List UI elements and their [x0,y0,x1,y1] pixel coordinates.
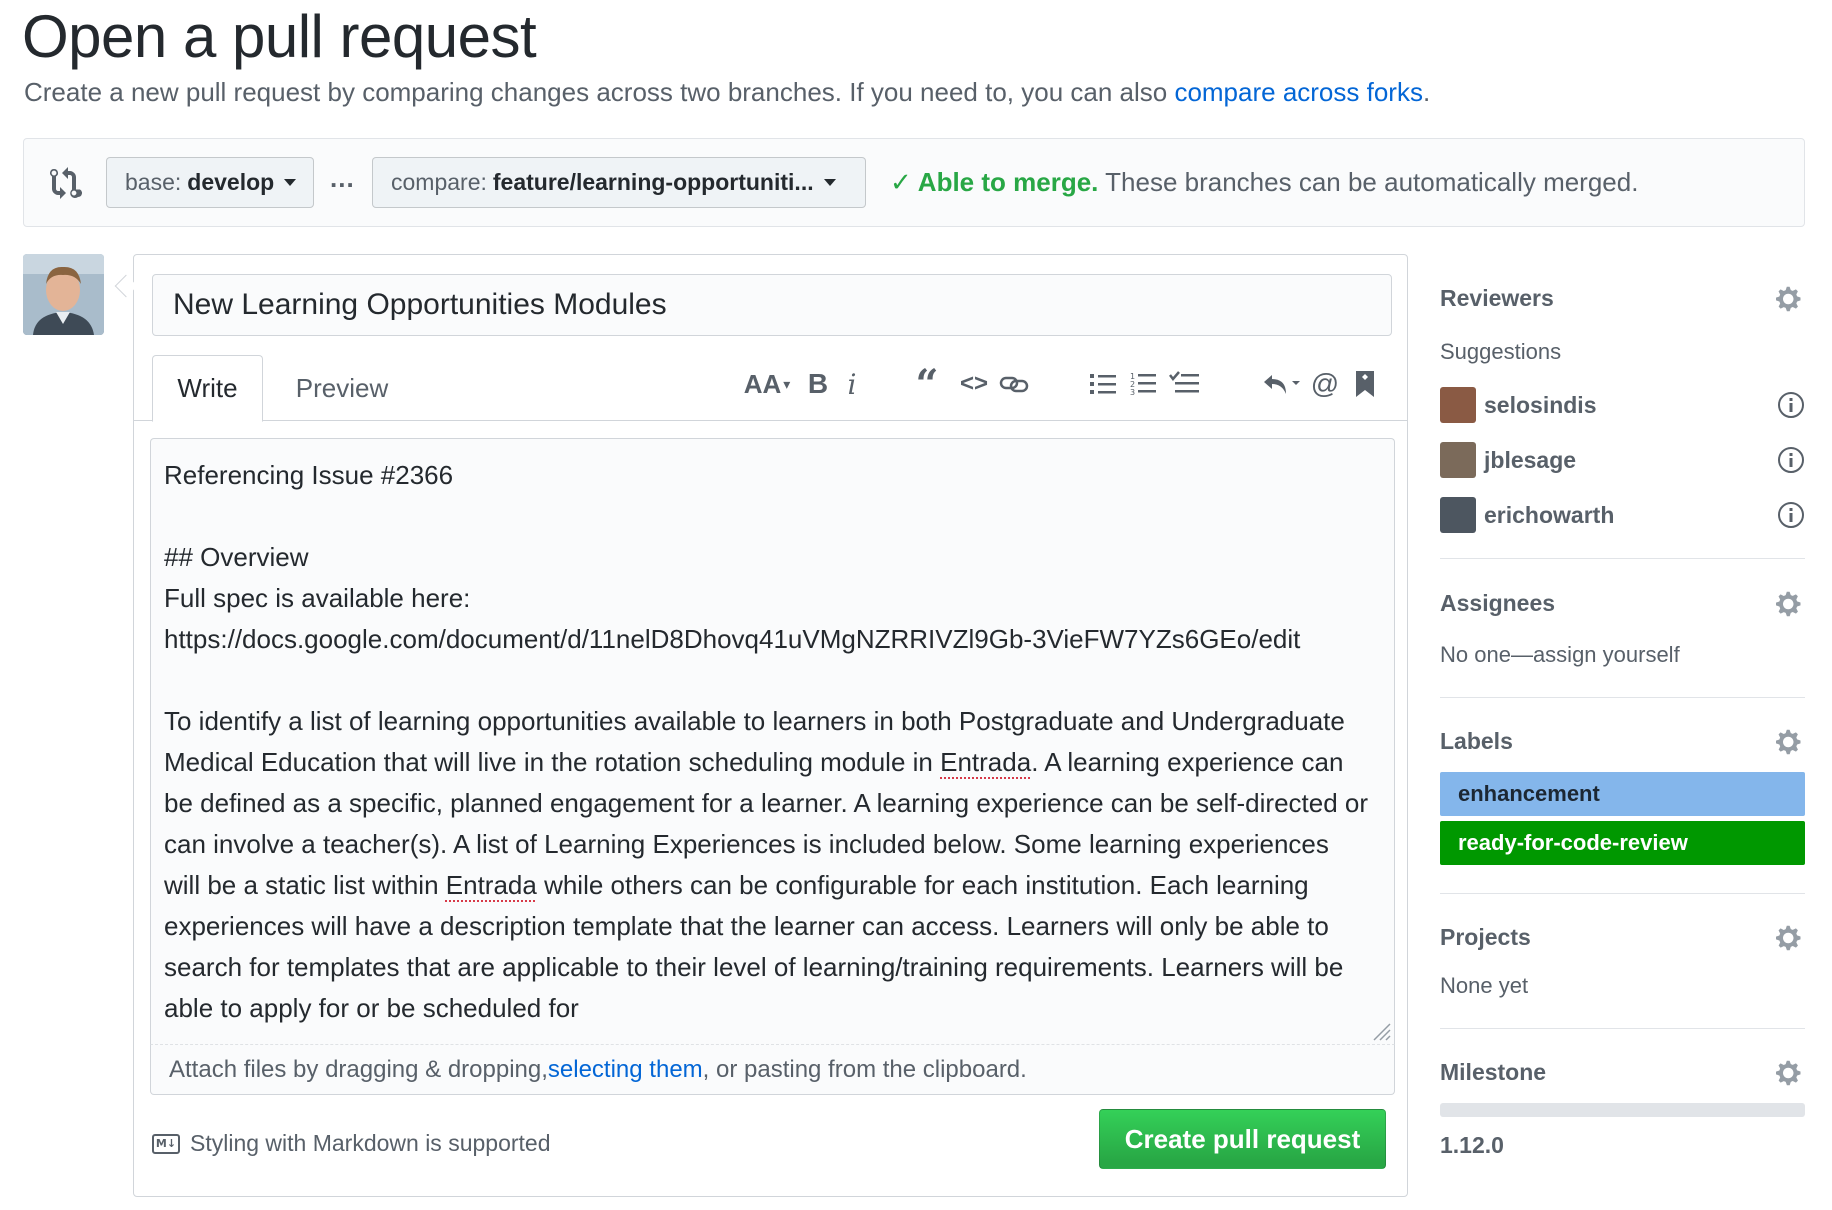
labels-title[interactable]: Labels [1440,728,1513,755]
create-pull-request-button[interactable]: Create pull request [1099,1109,1386,1169]
merge-status: ✓ Able to merge. These branches can be au… [890,167,1638,198]
spellcheck-word: Entrada [940,747,1032,777]
compare-branch-select[interactable]: compare: feature/learning-opportuniti... [372,157,866,208]
subtitle-end: . [1422,77,1431,107]
page-subtitle: Create a new pull request by comparing c… [24,77,1430,108]
resize-handle-icon[interactable] [1370,1020,1392,1042]
base-label: base: [125,169,182,195]
attach-prefix: Attach files by dragging & dropping, [169,1055,548,1083]
projects-value: None yet [1440,973,1529,998]
body-line-issue: Referencing Issue #2366 [164,460,454,490]
milestone-title[interactable]: Milestone [1440,1059,1546,1086]
svg-text:3: 3 [1130,388,1135,397]
markdown-note-text: Styling with Markdown is supported [190,1130,551,1156]
author-avatar[interactable] [23,254,104,335]
label-enhancement[interactable]: enhancement [1440,772,1805,816]
markdown-icon: M↓ [152,1133,180,1154]
reviewer-name: jblesage [1484,446,1577,473]
compare-branch-name: feature/learning-opportuniti... [492,169,814,195]
avatar [1440,387,1476,423]
milestone-name[interactable]: 1.12.0 [1440,1132,1504,1159]
bookmark-icon[interactable] [1352,366,1378,402]
compare-across-forks-link[interactable]: compare across forks [1174,77,1423,107]
body-blank-line [164,496,1379,537]
reviewers-gear-icon[interactable] [1776,285,1804,313]
base-branch-select[interactable]: base: develop [106,157,314,208]
compare-bar: base: develop ... compare: feature/learn… [23,138,1805,227]
reviewer-suggestion[interactable]: selosindis [1440,387,1805,423]
link-icon[interactable] [996,366,1032,402]
markdown-note[interactable]: M↓ Styling with Markdown is supported [152,1130,551,1157]
labels-gear-icon[interactable] [1776,728,1804,756]
base-branch-name: develop [187,169,275,195]
pull-request-page: Open a pull request Create a new pull re… [0,0,1832,1210]
sidebar-divider [1440,1028,1805,1029]
merge-status-ok: Able to merge. [917,167,1099,197]
info-icon[interactable] [1777,391,1805,419]
milestone-gear-icon[interactable] [1776,1059,1804,1087]
tab-write[interactable]: Write [152,355,263,422]
reviewers-suggestions-label: Suggestions [1440,339,1562,364]
sidebar-divider [1440,697,1805,698]
attach-suffix: , or pasting from the clipboard. [702,1055,1027,1083]
comment-body-text[interactable]: Referencing Issue #2366 ## Overview Full s… [164,455,1379,1029]
body-paragraph: To identify a list of learning opportuni… [164,701,1369,1029]
body-line-spec: Full spec is available here: [164,583,471,613]
check-icon: ✓ [890,167,912,197]
file-attach-bar[interactable]: Attach files by dragging & dropping, sel… [150,1044,1395,1095]
page-title: Open a pull request [22,3,537,70]
label-ready-for-code-review[interactable]: ready-for-code-review [1440,821,1805,865]
info-icon[interactable] [1777,501,1805,529]
merge-status-detail: These branches can be automatically merg… [1105,167,1639,197]
projects-title[interactable]: Projects [1440,924,1531,951]
reply-icon[interactable] [1260,366,1304,402]
chevron-down-icon [823,179,836,186]
task-list-icon[interactable] [1168,366,1200,402]
body-line-url: https://docs.google.com/document/d/11nel… [164,624,1301,654]
milestone-progress-bar [1440,1103,1805,1117]
reviewer-name: selosindis [1484,391,1597,418]
assign-yourself-link[interactable]: No one—assign yourself [1440,642,1680,668]
reviewers-title[interactable]: Reviewers [1440,285,1554,312]
assignees-gear-icon[interactable] [1776,590,1804,618]
projects-gear-icon[interactable] [1776,924,1804,952]
compare-arrows-icon [50,167,82,199]
chevron-down-icon [284,179,297,186]
info-icon[interactable] [1777,446,1805,474]
subtitle-text: Create a new pull request by comparing c… [24,77,1175,107]
numbered-list-icon[interactable]: 123 [1128,366,1158,402]
code-icon[interactable]: <> [958,366,990,402]
assignees-title[interactable]: Assignees [1440,590,1555,617]
branch-separator: ... [330,163,355,193]
sidebar-divider [1440,893,1805,894]
reviewer-suggestion[interactable]: jblesage [1440,442,1805,478]
bullet-list-icon[interactable] [1088,366,1118,402]
mention-icon[interactable]: @ [1310,366,1340,402]
select-files-link[interactable]: selecting them [548,1056,703,1084]
tab-preview[interactable]: Preview [272,355,412,421]
compare-label: compare: [391,169,487,195]
text-size-icon[interactable]: AA ▾ [742,366,792,402]
avatar [1440,442,1476,478]
reviewer-name: erichowarth [1484,501,1615,528]
quote-icon[interactable]: “ [912,361,942,408]
pr-title-input[interactable]: New Learning Opportunities Modules [152,274,1392,336]
spellcheck-word: Entrada [445,870,537,900]
author-avatar-image [23,254,104,335]
bold-icon[interactable]: B [804,366,832,402]
sidebar-divider [1440,558,1805,559]
reviewer-suggestion[interactable]: erichowarth [1440,497,1805,533]
body-blank-line [164,660,1379,701]
avatar [1440,497,1476,533]
body-line-overview: ## Overview [164,542,309,572]
italic-icon[interactable]: i [840,366,864,402]
